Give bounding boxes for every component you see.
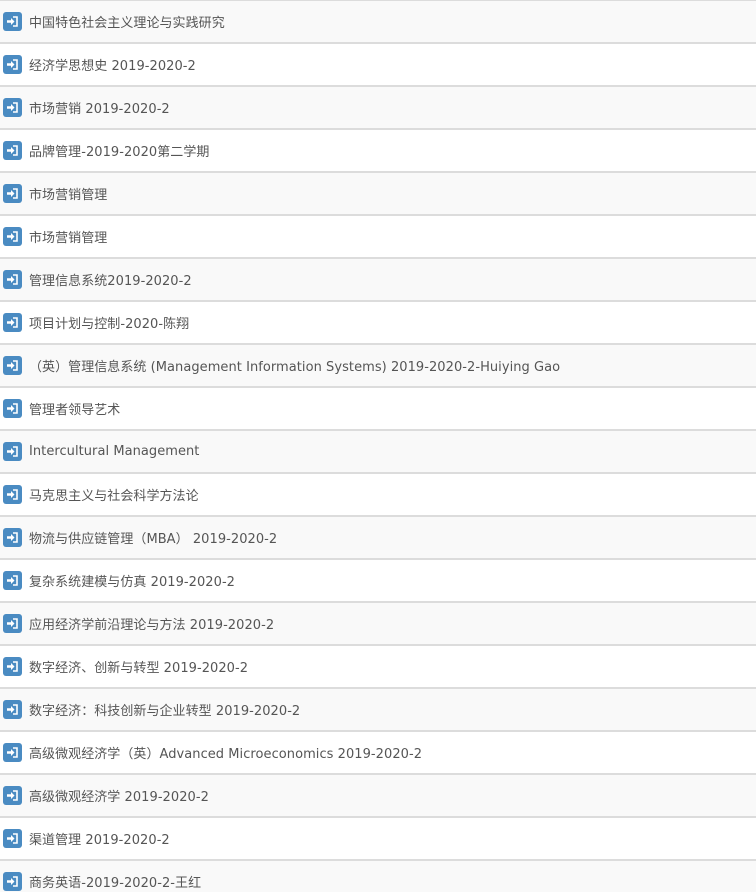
course-link[interactable]: 市场营销 2019-2020-2 [29, 98, 170, 117]
sign-in-icon[interactable] [3, 55, 22, 74]
sign-in-icon[interactable] [3, 442, 22, 461]
course-link[interactable]: 项目计划与控制-2020-陈翔 [29, 313, 189, 332]
sign-in-icon[interactable] [3, 571, 22, 590]
course-row[interactable]: 商务英语-2019-2020-2-王红 [0, 861, 756, 892]
course-row[interactable]: 应用经济学前沿理论与方法 2019-2020-2 [0, 603, 756, 646]
course-row[interactable]: 高级微观经济学（英）Advanced Microeconomics 2019-2… [0, 732, 756, 775]
course-link[interactable]: 数字经济、创新与转型 2019-2020-2 [29, 657, 248, 676]
course-row[interactable]: 市场营销 2019-2020-2 [0, 87, 756, 130]
course-row[interactable]: 物流与供应链管理（MBA） 2019-2020-2 [0, 517, 756, 560]
course-link[interactable]: 渠道管理 2019-2020-2 [29, 829, 170, 848]
course-link[interactable]: 高级微观经济学（英）Advanced Microeconomics 2019-2… [29, 743, 422, 762]
course-row[interactable]: 市场营销管理 [0, 173, 756, 216]
sign-in-icon[interactable] [3, 614, 22, 633]
course-row[interactable]: 市场营销管理 [0, 216, 756, 259]
course-link[interactable]: 高级微观经济学 2019-2020-2 [29, 786, 209, 805]
course-link[interactable]: 市场营销管理 [29, 184, 107, 203]
course-link[interactable]: 复杂系统建模与仿真 2019-2020-2 [29, 571, 235, 590]
sign-in-icon[interactable] [3, 485, 22, 504]
sign-in-icon[interactable] [3, 872, 22, 891]
course-link[interactable]: 数字经济：科技创新与企业转型 2019-2020-2 [29, 700, 300, 719]
course-link[interactable]: 管理者领导艺术 [29, 399, 120, 418]
course-link[interactable]: Intercultural Management [29, 444, 199, 459]
sign-in-icon[interactable] [3, 270, 22, 289]
course-link[interactable]: 商务英语-2019-2020-2-王红 [29, 872, 201, 891]
sign-in-icon[interactable] [3, 227, 22, 246]
sign-in-icon[interactable] [3, 12, 22, 31]
course-row[interactable]: 项目计划与控制-2020-陈翔 [0, 302, 756, 345]
sign-in-icon[interactable] [3, 313, 22, 332]
course-row[interactable]: 马克思主义与社会科学方法论 [0, 474, 756, 517]
course-link[interactable]: 中国特色社会主义理论与实践研究 [29, 12, 225, 31]
course-row[interactable]: 数字经济、创新与转型 2019-2020-2 [0, 646, 756, 689]
course-row[interactable]: （英）管理信息系统 (Management Information System… [0, 345, 756, 388]
course-link[interactable]: 经济学思想史 2019-2020-2 [29, 55, 196, 74]
course-row[interactable]: 品牌管理-2019-2020第二学期 [0, 130, 756, 173]
course-row[interactable]: 管理者领导艺术 [0, 388, 756, 431]
course-link[interactable]: 品牌管理-2019-2020第二学期 [29, 141, 209, 160]
course-row[interactable]: 高级微观经济学 2019-2020-2 [0, 775, 756, 818]
sign-in-icon[interactable] [3, 98, 22, 117]
sign-in-icon[interactable] [3, 399, 22, 418]
course-row[interactable]: Intercultural Management [0, 431, 756, 474]
course-row[interactable]: 管理信息系统2019-2020-2 [0, 259, 756, 302]
course-link[interactable]: 应用经济学前沿理论与方法 2019-2020-2 [29, 614, 274, 633]
sign-in-icon[interactable] [3, 141, 22, 160]
sign-in-icon[interactable] [3, 184, 22, 203]
sign-in-icon[interactable] [3, 528, 22, 547]
course-row[interactable]: 中国特色社会主义理论与实践研究 [0, 1, 756, 44]
sign-in-icon[interactable] [3, 786, 22, 805]
course-link[interactable]: 马克思主义与社会科学方法论 [29, 485, 199, 504]
course-row[interactable]: 数字经济：科技创新与企业转型 2019-2020-2 [0, 689, 756, 732]
course-link[interactable]: 市场营销管理 [29, 227, 107, 246]
course-link[interactable]: （英）管理信息系统 (Management Information System… [29, 356, 560, 375]
course-row[interactable]: 复杂系统建模与仿真 2019-2020-2 [0, 560, 756, 603]
course-row[interactable]: 经济学思想史 2019-2020-2 [0, 44, 756, 87]
sign-in-icon[interactable] [3, 356, 22, 375]
sign-in-icon[interactable] [3, 829, 22, 848]
course-row[interactable]: 渠道管理 2019-2020-2 [0, 818, 756, 861]
course-link[interactable]: 管理信息系统2019-2020-2 [29, 270, 192, 289]
sign-in-icon[interactable] [3, 700, 22, 719]
course-list: 中国特色社会主义理论与实践研究 经济学思想史 2019-2020-2 市场营销 20… [0, 0, 756, 892]
sign-in-icon[interactable] [3, 743, 22, 762]
course-link[interactable]: 物流与供应链管理（MBA） 2019-2020-2 [29, 528, 277, 547]
sign-in-icon[interactable] [3, 657, 22, 676]
